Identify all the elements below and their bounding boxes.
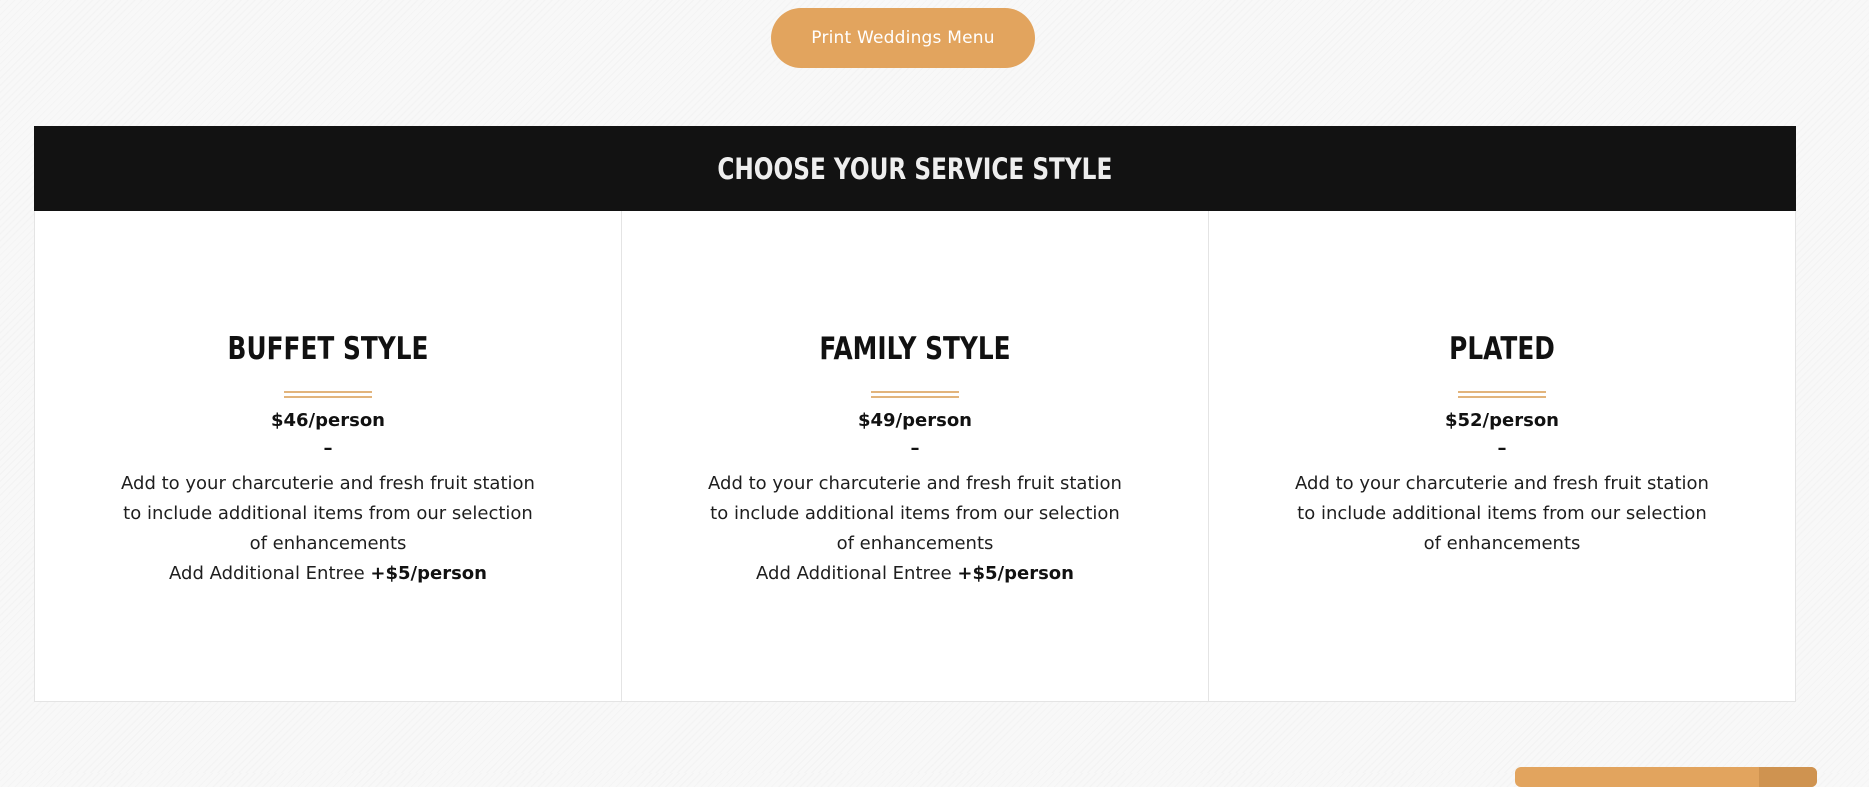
card-family-style: FAMILY STYLE $49/person – Add to your ch… [622, 211, 1209, 701]
card-extra: Add Additional Entree +$5/person [35, 559, 621, 589]
card-dash: – [910, 438, 920, 459]
service-style-section: CHOOSE YOUR SERVICE STYLE BUFFET STYLE $… [34, 126, 1796, 702]
card-title: BUFFET STYLE [227, 331, 429, 367]
partial-bottom-button[interactable] [1515, 767, 1817, 787]
card-extra: Add Additional Entree +$5/person [622, 559, 1208, 589]
card-dash: – [1497, 438, 1507, 459]
title-divider [871, 391, 959, 398]
card-title: PLATED [1449, 331, 1555, 367]
extra-price: +$5/person [957, 563, 1074, 584]
service-style-cards: BUFFET STYLE $46/person – Add to your ch… [34, 211, 1796, 702]
partial-button-segment [1759, 767, 1817, 787]
title-divider [284, 391, 372, 398]
section-title: CHOOSE YOUR SERVICE STYLE [717, 151, 1113, 186]
card-price: $46/person [270, 410, 385, 431]
card-plated: PLATED $52/person – Add to your charcute… [1209, 211, 1795, 701]
print-weddings-menu-button[interactable]: Print Weddings Menu [771, 8, 1035, 68]
card-description: Add to your charcuterie and fresh fruit … [1295, 473, 1709, 554]
card-dash: – [323, 438, 333, 459]
section-header: CHOOSE YOUR SERVICE STYLE [34, 126, 1796, 211]
card-buffet-style: BUFFET STYLE $46/person – Add to your ch… [35, 211, 622, 701]
title-divider [1458, 391, 1546, 398]
card-description: Add to your charcuterie and fresh fruit … [708, 473, 1122, 554]
card-price: $52/person [1444, 410, 1559, 431]
extra-label: Add Additional Entree [756, 563, 958, 584]
card-title: FAMILY STYLE [819, 331, 1011, 367]
card-price: $49/person [857, 410, 972, 431]
extra-price: +$5/person [370, 563, 487, 584]
card-description: Add to your charcuterie and fresh fruit … [121, 473, 535, 554]
extra-label: Add Additional Entree [169, 563, 371, 584]
